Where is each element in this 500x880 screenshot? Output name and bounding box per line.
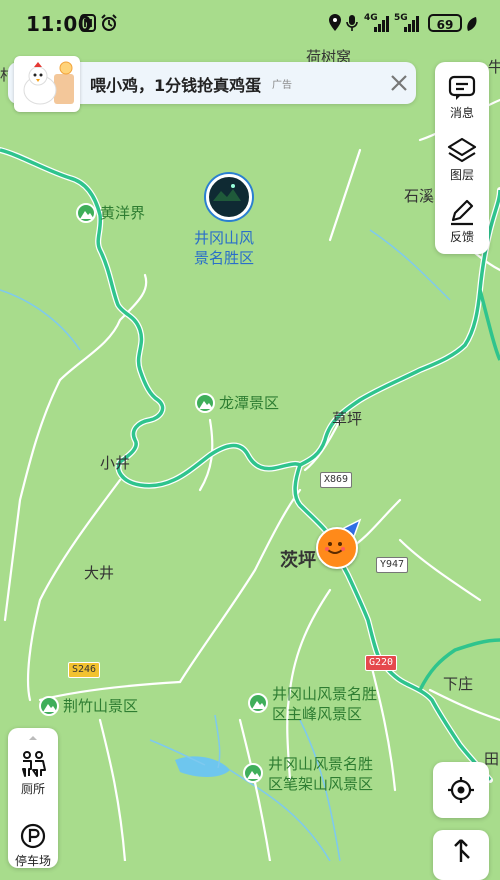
place-label-xiazhuang: 下庄 — [443, 675, 474, 693]
place-label-edge-right: 牛 — [488, 58, 500, 76]
chevron-up-icon[interactable] — [27, 734, 39, 742]
poi-mountain-icon[interactable] — [39, 696, 59, 716]
nfc-icon — [80, 14, 96, 32]
poi-mountain-icon[interactable] — [76, 203, 96, 223]
place-label-shixi: 石溪 — [404, 187, 435, 205]
layers-icon — [447, 137, 477, 163]
battery-indicator: 69 — [428, 14, 462, 32]
scenic-photo-marker[interactable] — [206, 174, 252, 220]
status-bar: 11:00 4G 5G 69 — [0, 0, 500, 48]
map-canvas[interactable] — [0, 0, 500, 861]
leaf-icon — [467, 17, 477, 31]
place-label-xiaojing: 小井 — [100, 454, 131, 472]
route-arrow-icon — [454, 839, 470, 862]
crosshair-icon — [448, 777, 474, 803]
road-shield-x869: X869 — [320, 472, 353, 488]
poi-label-longtan[interactable]: 龙潭景区 — [219, 393, 279, 413]
feedback-label: 反馈 — [449, 230, 474, 244]
scenic-label[interactable]: 井冈山风 景名胜区 — [194, 228, 254, 268]
right-toolbar: 消息 图层 反馈 — [435, 62, 489, 254]
ad-tag: 广告 — [272, 80, 292, 91]
locate-button[interactable] — [433, 762, 489, 818]
mic-icon — [346, 15, 358, 31]
signal-icon — [404, 16, 419, 32]
poi-label-zhufeng[interactable]: 井冈山风景名胜 区主峰风景区 — [272, 684, 377, 724]
toilet-button[interactable]: 厕所 — [8, 742, 58, 802]
scenic-photo-icon — [213, 184, 241, 201]
layers-button[interactable]: 图层 — [435, 128, 489, 188]
poi-label-bijiashan[interactable]: 井冈山风景名胜 区笔架山风景区 — [268, 754, 373, 794]
ad-banner[interactable]: 喂小鸡，1分钱抢真鸡蛋 广告 — [8, 56, 416, 112]
user-location-marker[interactable] — [316, 527, 358, 569]
road-shield-y947: Y947 — [376, 557, 409, 573]
message-button[interactable]: 消息 — [435, 66, 489, 126]
road-shield-s246: S246 — [68, 662, 101, 678]
close-icon[interactable] — [386, 70, 412, 96]
alarm-icon — [101, 14, 117, 31]
place-label-dajing: 大井 — [84, 564, 115, 582]
parking-button[interactable]: 停车场 — [8, 814, 58, 874]
message-icon — [448, 75, 476, 100]
route-button[interactable] — [433, 830, 489, 880]
poi-mountain-icon[interactable] — [195, 393, 215, 413]
signal-icon — [374, 16, 389, 32]
place-label-caoping: 草坪 — [332, 410, 363, 428]
place-label-ciping: 茨坪 — [280, 550, 316, 571]
toilet-label: 厕所 — [20, 782, 45, 796]
feedback-button[interactable]: 反馈 — [435, 190, 489, 250]
toilet-icon — [22, 751, 46, 777]
feedback-icon — [451, 199, 474, 226]
avatar-face-icon — [325, 542, 345, 554]
poi-mountain-icon[interactable] — [248, 693, 268, 713]
layers-label: 图层 — [449, 168, 474, 182]
chicken-icon — [23, 61, 74, 105]
ad-text: 喂小鸡，1分钱抢真鸡蛋 — [90, 76, 262, 95]
road-shield-g220: G220 — [365, 655, 398, 671]
poi-label-jingzhushan[interactable]: 荆竹山景区 — [63, 696, 138, 716]
poi-label-huangyangjie[interactable]: 黄洋界 — [100, 203, 145, 223]
left-toolbar: 厕所 停车场 — [8, 728, 58, 868]
ad-thumbnail — [14, 56, 80, 112]
message-label: 消息 — [449, 106, 474, 120]
location-icon — [329, 14, 341, 31]
poi-mountain-icon[interactable] — [243, 763, 263, 783]
parking-icon — [20, 823, 46, 849]
